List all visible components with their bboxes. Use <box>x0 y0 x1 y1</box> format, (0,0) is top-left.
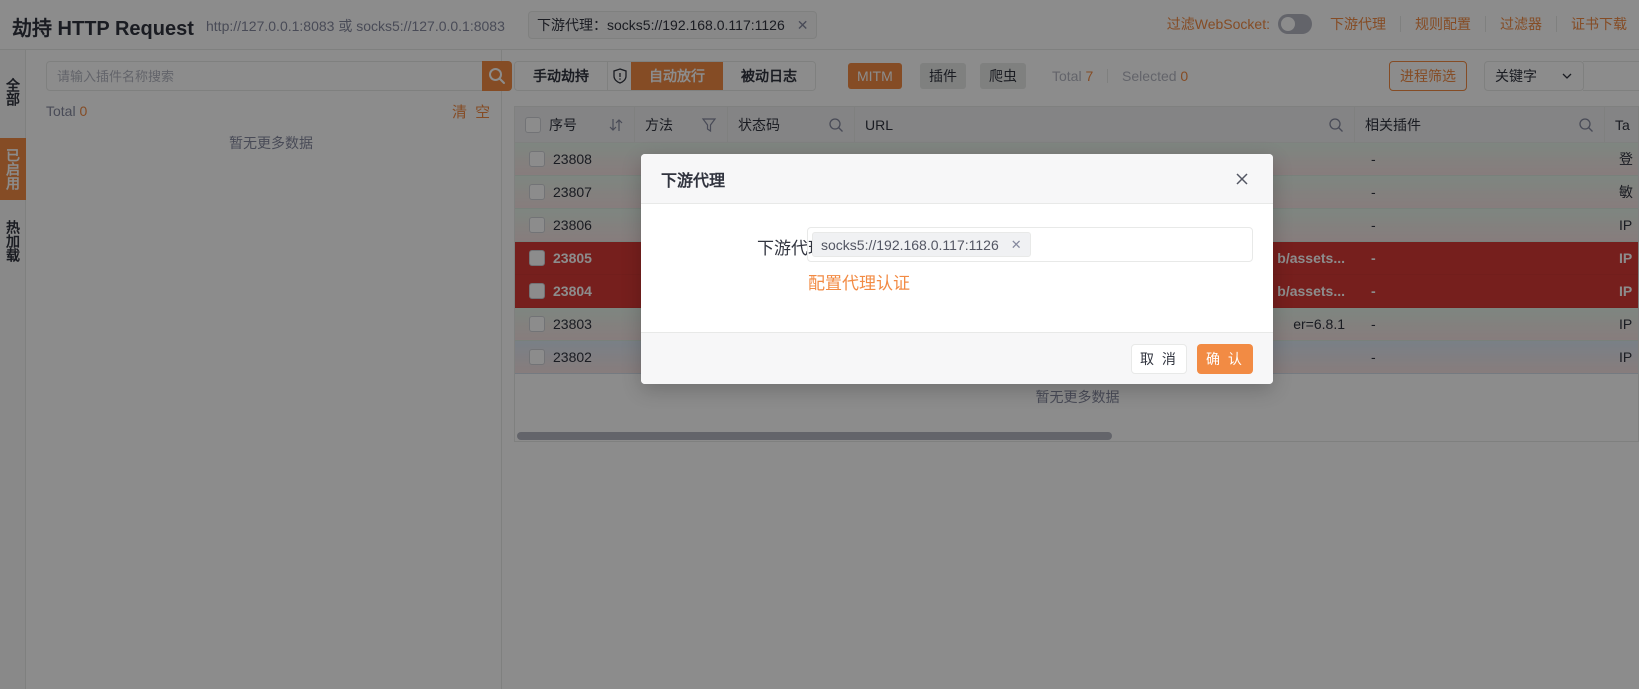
cancel-button[interactable]: 取 消 <box>1131 344 1187 374</box>
dialog-title: 下游代理 <box>661 172 726 190</box>
proxy-multi-select[interactable]: socks5://192.168.0.117:1126 ✕ <box>807 227 1253 262</box>
dialog-footer: 取 消 确 认 <box>641 332 1273 384</box>
configure-proxy-auth-link[interactable]: 配置代理认证 <box>808 269 910 294</box>
downstream-proxy-dialog: 下游代理 下游代理 socks5://192.168.0.117:1126 ✕ … <box>641 154 1273 384</box>
close-icon[interactable]: ✕ <box>1011 237 1022 253</box>
proxy-chip: socks5://192.168.0.117:1126 ✕ <box>812 232 1031 257</box>
close-icon[interactable] <box>1233 170 1251 188</box>
app-root: 劫持 HTTP Request http://127.0.0.1:8083 或 … <box>0 0 1639 689</box>
confirm-button[interactable]: 确 认 <box>1197 344 1253 374</box>
dialog-header: 下游代理 <box>641 154 1273 204</box>
proxy-chip-label: socks5://192.168.0.117:1126 <box>821 236 999 253</box>
